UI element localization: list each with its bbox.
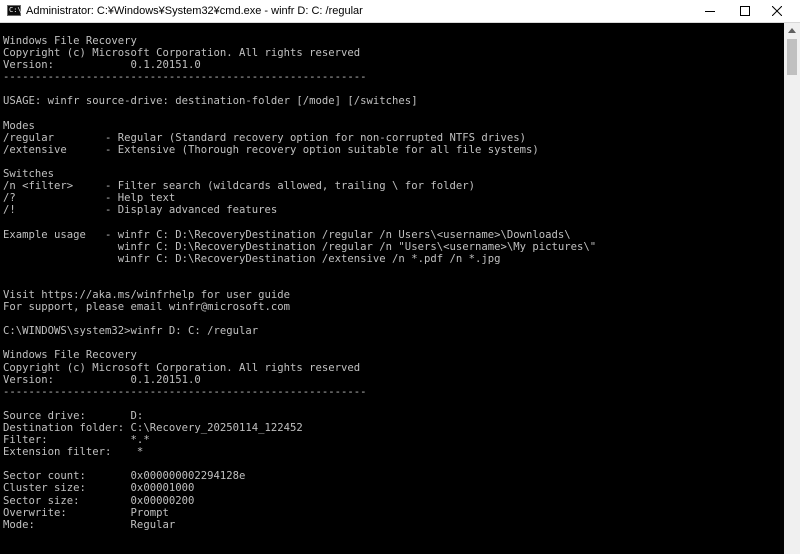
- minimize-icon: [705, 11, 715, 12]
- console-line: Extension filter: *: [3, 446, 144, 459]
- maximize-icon: [740, 6, 750, 16]
- console-line: Windows File Recovery: [3, 349, 137, 362]
- window-title: Administrator: C:¥Windows¥System32¥cmd.e…: [26, 5, 363, 17]
- console-line: Copyright (c) Microsoft Corporation. All…: [3, 361, 361, 374]
- console-line: Version: 0.1.20151.0: [3, 373, 201, 386]
- console-app-icon[interactable]: C:\: [7, 5, 22, 16]
- console-line: Destination folder: C:\Recovery_20250114…: [3, 422, 303, 434]
- console-line: Overwrite: Prompt: [3, 506, 169, 519]
- console-line: Mode: Regular: [3, 518, 176, 531]
- console-line: winfr C: D:\RecoveryDestination /extensi…: [3, 252, 501, 265]
- console-line: /? - Help text: [3, 192, 176, 205]
- console-line: Example usage - winfr C: D:\RecoveryDest…: [3, 228, 571, 241]
- console-line: Sector count: 0x000000002294128e: [3, 470, 246, 483]
- vertical-scrollbar[interactable]: [784, 23, 800, 554]
- console-line: /n <filter> - Filter search (wildcards a…: [3, 180, 475, 193]
- app-icon-label: C:\: [9, 6, 22, 14]
- console-line: Visit https://aka.ms/winfrhelp for user …: [3, 288, 291, 301]
- console-line: ----------------------------------------…: [3, 385, 367, 398]
- close-button[interactable]: [754, 0, 800, 22]
- console-line: Modes: [3, 119, 35, 132]
- console-line: /extensive - Extensive (Thorough recover…: [3, 143, 539, 156]
- console-line: Version: 0.1.20151.0: [3, 59, 201, 72]
- console-line: Source drive: D:: [3, 409, 144, 422]
- scroll-up-arrow-icon[interactable]: [788, 28, 796, 33]
- console-output[interactable]: Windows File Recovery Copyright (c) Micr…: [0, 23, 784, 554]
- console-line: USAGE: winfr source-drive: destination-f…: [3, 95, 418, 108]
- console-line: For support, please email winfr@microsof…: [3, 301, 291, 314]
- console-line: Filter: *.*: [3, 434, 150, 447]
- console-line: winfr C: D:\RecoveryDestination /regular…: [3, 240, 597, 253]
- console-line: Copyright (c) Microsoft Corporation. All…: [3, 47, 361, 60]
- console-text: Windows File Recovery Copyright (c) Micr…: [0, 23, 784, 531]
- console-line: ----------------------------------------…: [3, 71, 367, 84]
- console-line: Sector size: 0x00000200: [3, 494, 195, 507]
- close-icon: [772, 6, 782, 16]
- console-line: Switches: [3, 168, 55, 181]
- console-line: C:\WINDOWS\system32>winfr D: C: /regular: [3, 325, 259, 338]
- console-line: /! - Display advanced features: [3, 204, 278, 217]
- scrollbar-thumb[interactable]: [787, 39, 797, 75]
- console-line: /regular - Regular (Standard recovery op…: [3, 131, 526, 144]
- title-bar[interactable]: C:\ Administrator: C:¥Windows¥System32¥c…: [0, 0, 800, 23]
- console-line: Cluster size: 0x00001000: [3, 482, 195, 495]
- console-line: Windows File Recovery: [3, 35, 137, 47]
